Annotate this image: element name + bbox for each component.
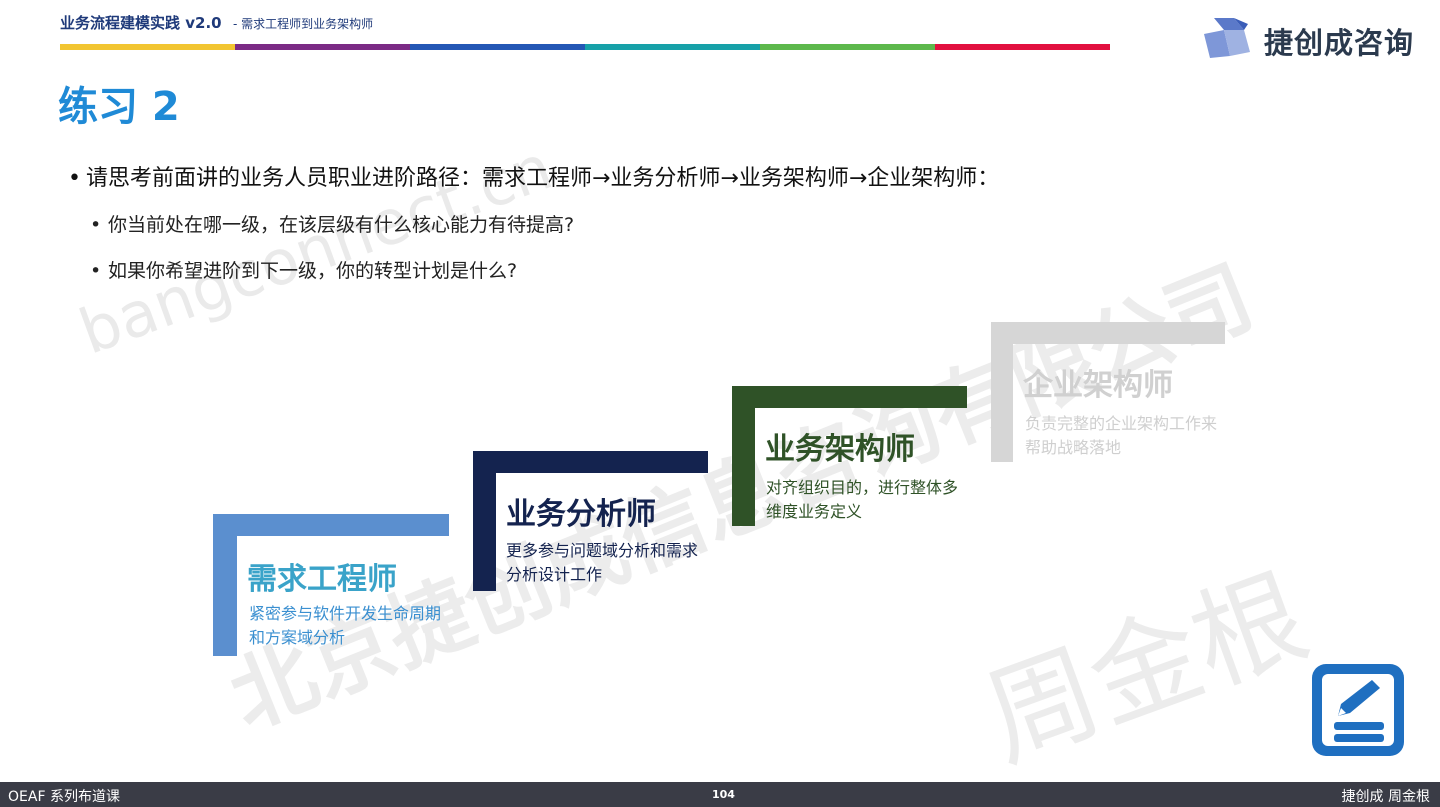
header-color-bar [60, 44, 1110, 50]
step-description: 对齐组织目的，进行整体多维度业务定义 [766, 478, 959, 521]
step-bracket-side [732, 386, 755, 526]
bullet-dot-icon: • [68, 166, 81, 191]
step-bracket [991, 322, 1225, 344]
header-color-segment [235, 44, 410, 50]
header-color-segment [410, 44, 585, 50]
step-bracket [213, 514, 449, 536]
step-title: 业务架构师 [765, 432, 915, 467]
footer-series: OEAF 系列布道课 [8, 789, 120, 805]
edit-exercise-icon [1312, 664, 1404, 756]
footer-author: 捷创成 周金根 [1341, 789, 1430, 805]
step-description: 更多参与问题域分析和需求分析设计工作 [506, 541, 699, 584]
footer: OEAF 系列布道课 104 捷创成 周金根 [0, 782, 1440, 807]
step-bracket-side [213, 514, 237, 656]
watermark-author: 周金根 [968, 551, 1323, 785]
cube-logo-icon [1204, 18, 1250, 58]
step-bracket [473, 451, 708, 473]
company-logo: 捷创成咨询 [1200, 14, 1420, 60]
step-title: 需求工程师 [247, 562, 397, 597]
sub-bullet-text: 你当前处在哪一级，在该层级有什么核心能力有待提高? [108, 214, 575, 236]
header-subtitle: - 需求工程师到业务架构师 [233, 17, 374, 31]
header-color-segment [60, 44, 235, 50]
page-title: 练习 2 [58, 84, 180, 130]
main-bullet-text: 请思考前面讲的业务人员职业进阶路径：需求工程师→业务分析师→业务架构师→企业架构… [86, 166, 1000, 191]
step-title: 企业架构师 [1023, 368, 1173, 403]
header-color-segment [935, 44, 1110, 50]
sub-bullet: • 如果你希望进阶到下一级，你的转型计划是什么? [90, 256, 517, 283]
step-description: 负责完整的企业架构工作来帮助战略落地 [1025, 414, 1218, 457]
step-bracket [732, 386, 967, 408]
step-description: 紧密参与软件开发生命周期和方案域分析 [249, 604, 442, 647]
step-bracket-side [473, 451, 496, 591]
bullet-dot-icon: • [90, 260, 102, 282]
logo-text: 捷创成咨询 [1264, 26, 1415, 60]
main-bullet: • 请思考前面讲的业务人员职业进阶路径：需求工程师→业务分析师→业务架构师→企业架… [68, 160, 999, 192]
header-title: 业务流程建模实践 v2.0 [60, 14, 222, 32]
page-number: 104 [712, 788, 735, 801]
step-bracket-side [991, 322, 1013, 462]
bullet-dot-icon: • [90, 214, 102, 236]
header-color-segment [585, 44, 760, 50]
step-title: 业务分析师 [506, 497, 656, 532]
sub-bullet: • 你当前处在哪一级，在该层级有什么核心能力有待提高? [90, 210, 574, 237]
header-color-segment [760, 44, 935, 50]
sub-bullet-text: 如果你希望进阶到下一级，你的转型计划是什么? [108, 260, 518, 282]
